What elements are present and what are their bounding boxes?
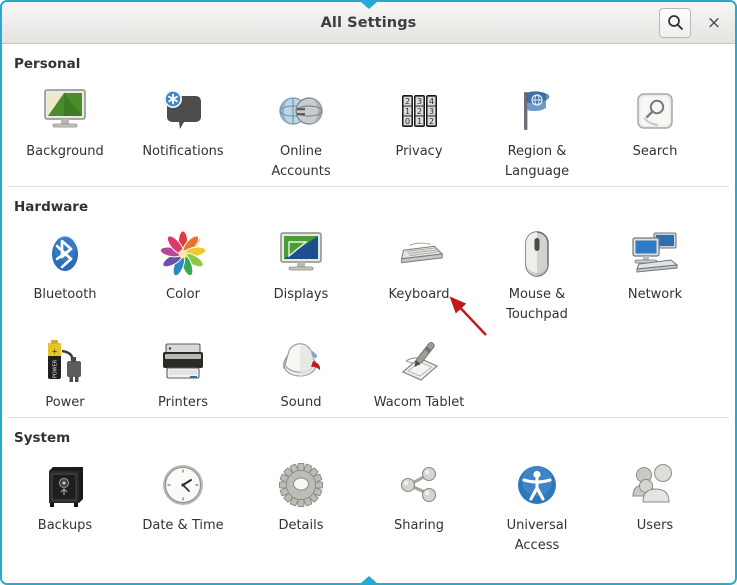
search-panel-icon <box>628 84 682 138</box>
settings-tile-label: Network <box>627 287 683 302</box>
online-accounts-icon <box>274 84 328 138</box>
settings-tile-label: Users <box>636 518 674 533</box>
grid-system: Backups Date & Time Details Sharing Univ… <box>2 452 735 560</box>
color-icon <box>156 227 210 281</box>
mouse-touchpad-icon <box>510 227 564 281</box>
displays-icon <box>274 227 328 281</box>
universal-access-icon <box>510 458 564 512</box>
settings-tile-wacom-tablet[interactable]: Wacom Tablet <box>360 329 478 417</box>
settings-tile-displays[interactable]: Displays <box>242 221 360 329</box>
settings-tile-label: Printers <box>157 395 209 410</box>
settings-tile-label: Bluetooth <box>33 287 97 302</box>
printers-icon <box>156 335 210 389</box>
bluetooth-icon <box>38 227 92 281</box>
notifications-icon <box>156 84 210 138</box>
settings-tile-label: Privacy <box>395 144 443 159</box>
settings-tile-label: Displays <box>273 287 329 302</box>
settings-tile-bluetooth[interactable]: Bluetooth <box>6 221 124 329</box>
settings-tile-label: Online Accounts <box>271 144 331 179</box>
settings-tile-mouse-touchpad[interactable]: Mouse & Touchpad <box>478 221 596 329</box>
svg-text:3: 3 <box>417 97 422 106</box>
settings-tile-label: Power <box>45 395 85 410</box>
svg-text:0: 0 <box>405 117 410 126</box>
settings-tile-backups[interactable]: Backups <box>6 452 124 560</box>
settings-tile-label: Backups <box>37 518 93 533</box>
settings-tile-label: Mouse & Touchpad <box>506 287 568 322</box>
background-icon <box>38 84 92 138</box>
settings-tile-label: Notifications <box>142 144 224 159</box>
settings-tile-sharing[interactable]: Sharing <box>360 452 478 560</box>
settings-tile-network[interactable]: Network <box>596 221 714 329</box>
close-button[interactable]: × <box>701 10 727 36</box>
svg-text:+: + <box>52 348 58 356</box>
section-system: System Backups Date & Time Details Shari… <box>2 418 735 560</box>
settings-content: Personal Background Notifications Online… <box>2 44 735 583</box>
section-title-system: System <box>14 430 71 446</box>
details-icon <box>274 458 328 512</box>
settings-tile-color[interactable]: Color <box>124 221 242 329</box>
settings-tile-label: Wacom Tablet <box>373 395 465 410</box>
all-settings-window: All Settings × Personal Background Notif… <box>0 0 737 585</box>
settings-tile-printers[interactable]: Printers <box>124 329 242 417</box>
region-language-icon <box>510 84 564 138</box>
backups-icon <box>38 458 92 512</box>
svg-text:POWER: POWER <box>53 359 59 378</box>
svg-text:4: 4 <box>429 97 434 106</box>
network-icon <box>628 227 682 281</box>
settings-tile-label: Color <box>166 287 200 302</box>
settings-tile-sound[interactable]: Sound <box>242 329 360 417</box>
settings-tile-label: Background <box>26 144 104 159</box>
window-bottom-notch <box>360 576 377 583</box>
settings-tile-background[interactable]: Background <box>6 78 124 186</box>
settings-tile-universal-access[interactable]: Universal Access <box>478 452 596 560</box>
search-button[interactable] <box>659 7 691 38</box>
settings-tile-label: Region & Language <box>504 144 570 179</box>
titlebar-actions: × <box>659 2 727 43</box>
users-icon <box>628 458 682 512</box>
svg-text:2: 2 <box>429 117 434 126</box>
wacom-tablet-icon <box>392 335 446 389</box>
svg-text:2: 2 <box>405 97 410 106</box>
settings-tile-region-language[interactable]: Region & Language <box>478 78 596 186</box>
settings-tile-details[interactable]: Details <box>242 452 360 560</box>
section-hardware: Hardware Bluetooth Color Displays Keyboa… <box>2 187 735 417</box>
settings-tile-users[interactable]: Users <box>596 452 714 560</box>
settings-tile-power[interactable]: + POWER Power <box>6 329 124 417</box>
section-title-personal: Personal <box>14 56 81 72</box>
grid-personal: Background Notifications Online Accounts… <box>2 78 735 186</box>
svg-text:2: 2 <box>417 107 422 116</box>
settings-tile-label: Details <box>278 518 324 533</box>
grid-hardware: Bluetooth Color Displays Keyboard Mouse … <box>2 221 735 417</box>
page-title: All Settings <box>320 14 417 31</box>
settings-tile-notifications[interactable]: Notifications <box>124 78 242 186</box>
settings-tile-date-time[interactable]: Date & Time <box>124 452 242 560</box>
settings-tile-keyboard[interactable]: Keyboard <box>360 221 478 329</box>
svg-text:1: 1 <box>417 117 422 126</box>
settings-tile-search[interactable]: Search <box>596 78 714 186</box>
keyboard-icon <box>392 227 446 281</box>
settings-tile-label: Universal Access <box>506 518 568 553</box>
section-personal: Personal Background Notifications Online… <box>2 44 735 186</box>
settings-tile-label: Date & Time <box>142 518 224 533</box>
window-top-notch <box>360 2 377 9</box>
settings-tile-label: Search <box>632 144 678 159</box>
power-icon: + POWER <box>38 335 92 389</box>
search-icon <box>667 15 683 30</box>
settings-tile-label: Keyboard <box>388 287 450 302</box>
settings-tile-privacy[interactable]: 210 321 432 Privacy <box>360 78 478 186</box>
svg-text:3: 3 <box>429 107 434 116</box>
section-title-hardware: Hardware <box>14 199 89 215</box>
privacy-icon: 210 321 432 <box>392 84 446 138</box>
settings-tile-online-accounts[interactable]: Online Accounts <box>242 78 360 186</box>
date-time-icon <box>156 458 210 512</box>
settings-tile-label: Sharing <box>394 518 444 533</box>
sharing-icon <box>392 458 446 512</box>
settings-tile-label: Sound <box>280 395 322 410</box>
sound-icon <box>274 335 328 389</box>
svg-text:1: 1 <box>405 107 410 116</box>
